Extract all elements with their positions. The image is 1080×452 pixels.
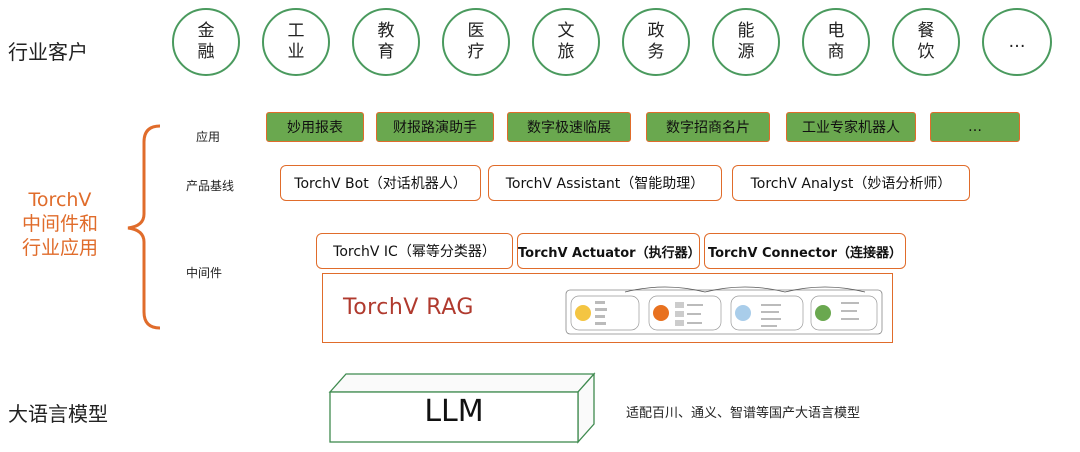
customer-circle-medical: 医疗 [442,8,510,76]
products-layer-label: 产品基线 [186,179,235,193]
customer-circle-government: 政务 [622,8,690,76]
torchv-side-line3: 行业应用 [21,237,98,259]
apps-layer-label: 应用 [196,130,221,144]
torchv-side-line2: 中间件和 [21,213,98,235]
customer-circle-more: … [982,8,1052,76]
product-box: TorchV Assistant（智能助理） [488,165,722,201]
curly-brace-icon [127,124,161,330]
customer-circle-finance: 金融 [172,8,240,76]
app-box: 工业专家机器人 [786,112,916,142]
customer-circle-catering: 餐饮 [892,8,960,76]
llm-row-label: 大语言模型 [8,402,108,426]
middleware-layer-label: 中间件 [186,266,223,280]
middleware-box: TorchV Connector（连接器） [704,233,906,269]
customer-circle-culture-tourism: 文旅 [532,8,600,76]
llm-box-label: LLM [424,394,484,429]
rag-pipeline-diagram-icon [565,286,883,335]
customer-circle-industry: 工业 [262,8,330,76]
app-box: 数字招商名片 [646,112,770,142]
product-box: TorchV Bot（对话机器人） [280,165,481,201]
customer-circle-education: 教育 [352,8,420,76]
rag-container: TorchV RAG [322,273,893,343]
customer-circle-ecommerce: 电商 [802,8,870,76]
industry-customers-label: 行业客户 [8,40,88,64]
middleware-box: TorchV Actuator（执行器） [517,233,701,269]
middleware-box: TorchV IC（幂等分类器） [316,233,513,269]
torchv-side-line1: TorchV [28,189,92,211]
torchv-side-label: TorchV 中间件和 行业应用 [6,188,114,260]
customer-circle-energy: 能源 [712,8,780,76]
product-box: TorchV Analyst（妙语分析师） [732,165,970,201]
app-box: 妙用报表 [266,112,364,142]
app-box: 数字极速临展 [507,112,631,142]
app-box: … [930,112,1020,142]
llm-adapter-note: 适配百川、通义、智谱等国产大语言模型 [626,406,861,421]
app-box: 财报路演助手 [376,112,494,142]
rag-title: TorchV RAG [343,295,474,320]
